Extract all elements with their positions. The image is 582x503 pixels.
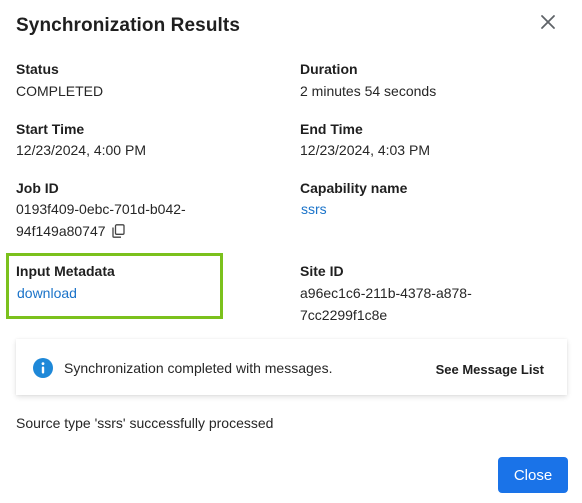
end-time-label: End Time — [300, 121, 363, 137]
capability-link[interactable]: ssrs — [301, 198, 327, 220]
end-time-value: 12/23/2024, 4:03 PM — [300, 142, 430, 158]
job-id-label: Job ID — [16, 180, 59, 196]
duration-value: 2 minutes 54 seconds — [300, 83, 437, 99]
status-value: COMPLETED — [16, 83, 104, 99]
job-id-line1: 0193f409-0ebc-701d-b042- — [16, 201, 186, 217]
start-time-value: 12/23/2024, 4:00 PM — [16, 142, 146, 158]
info-icon — [33, 358, 53, 383]
close-button[interactable]: Close — [498, 457, 568, 493]
site-id-line2: 7cc2299f1c8e — [300, 307, 388, 323]
source-status-text: Source type 'ssrs' successfully processe… — [16, 415, 274, 431]
start-time-label: Start Time — [16, 121, 85, 137]
job-id-line2-wrap: 94f149a80747 — [16, 220, 186, 244]
status-label: Status — [16, 61, 59, 77]
site-id-value: a96ec1c6-211b-4378-a878- 7cc2299f1c8e — [300, 282, 472, 326]
site-id-label: Site ID — [300, 263, 344, 279]
close-icon[interactable] — [537, 11, 559, 33]
dialog-title: Synchronization Results — [16, 15, 241, 36]
job-id-line2: 94f149a80747 — [16, 223, 106, 239]
see-message-list-button[interactable]: See Message List — [436, 362, 544, 377]
capability-label: Capability name — [300, 180, 408, 196]
duration-label: Duration — [300, 61, 358, 77]
message-text: Synchronization completed with messages. — [64, 360, 333, 376]
job-id-value: 0193f409-0ebc-701d-b042- 94f149a80747 — [16, 198, 186, 244]
download-link[interactable]: download — [17, 282, 77, 304]
message-bar: Synchronization completed with messages.… — [16, 339, 567, 395]
site-id-line1: a96ec1c6-211b-4378-a878- — [300, 285, 472, 301]
copy-icon[interactable] — [111, 222, 125, 244]
sync-results-dialog: Synchronization Results Status COMPLETED… — [0, 0, 582, 503]
input-metadata-label: Input Metadata — [16, 263, 115, 279]
